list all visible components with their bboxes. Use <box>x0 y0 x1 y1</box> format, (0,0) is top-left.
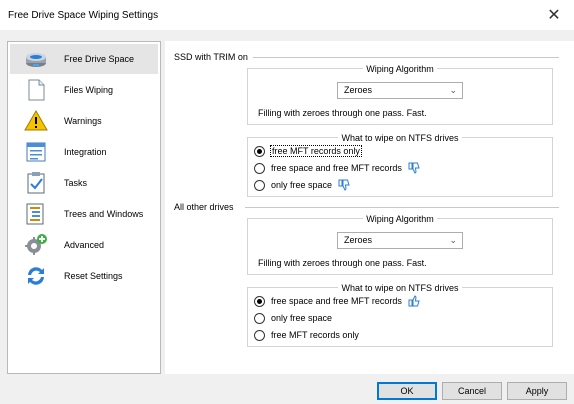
other-option-free-space[interactable]: only free space <box>254 311 332 325</box>
radio-label: free MFT records only <box>270 145 362 157</box>
close-icon: ✕ <box>547 7 561 24</box>
section-divider <box>253 57 559 58</box>
sidebar-item-label: Reset Settings <box>64 271 123 281</box>
ssd-algorithm-select[interactable]: Zeroes ⌄ <box>337 82 463 99</box>
radio-label: only free space <box>271 180 333 190</box>
other-option-space-and-mft[interactable]: free space and free MFT records <box>254 294 420 308</box>
ssd-option-mft-only[interactable]: free MFT records only <box>254 144 362 158</box>
apply-button[interactable]: Apply <box>507 382 567 400</box>
radio-button[interactable] <box>254 179 265 191</box>
ssd-option-free-space[interactable]: only free space <box>254 178 350 192</box>
other-option-mft-only[interactable]: free MFT records only <box>254 328 359 342</box>
sidebar-item-label: Free Drive Space <box>64 54 135 64</box>
other-algorithm-select[interactable]: Zeroes ⌄ <box>337 232 463 249</box>
ok-button[interactable]: OK <box>377 382 437 400</box>
section-divider <box>245 207 559 208</box>
radio-button[interactable] <box>254 312 265 324</box>
refresh-icon <box>28 267 44 285</box>
ssd-option-space-and-mft[interactable]: free space and free MFT records <box>254 161 420 175</box>
file-icon <box>28 79 45 101</box>
select-value: Zeroes <box>344 85 373 95</box>
sidebar-item-label: Warnings <box>64 116 102 126</box>
radio-label: free space and free MFT records <box>271 163 402 173</box>
sidebar-item-warnings[interactable]: Warnings <box>10 106 158 136</box>
sidebar-item-free-drive-space[interactable]: Free Drive Space <box>10 44 158 74</box>
radio-button[interactable] <box>254 329 265 341</box>
thumbs-down-icon <box>408 162 420 174</box>
ssd-algorithm-group: Wiping Algorithm Zeroes ⌄ Filling with z… <box>247 64 553 125</box>
thumbs-down-icon <box>338 179 350 191</box>
sidebar-item-files-wiping[interactable]: Files Wiping <box>10 75 158 105</box>
cancel-button[interactable]: Cancel <box>442 382 502 400</box>
select-value: Zeroes <box>344 235 373 245</box>
title-bar: Free Drive Space Wiping Settings ✕ <box>0 0 574 30</box>
radio-label: free space and free MFT records <box>271 296 402 306</box>
radio-label: only free space <box>271 313 333 323</box>
radio-button[interactable] <box>254 295 265 307</box>
settings-content: SSD with TRIM on Wiping Algorithm Zeroes… <box>165 41 574 374</box>
window-title: Free Drive Space Wiping Settings <box>8 10 159 21</box>
sidebar-item-label: Files Wiping <box>64 85 114 95</box>
group-title: What to wipe on NTFS drives <box>338 133 462 143</box>
other-algorithm-group: Wiping Algorithm Zeroes ⌄ Filling with z… <box>247 214 553 275</box>
drive-icon <box>26 53 46 67</box>
algorithm-description: Filling with zeroes through one pass. Fa… <box>258 258 427 268</box>
sidebar-item-label: Trees and Windows <box>64 209 144 219</box>
radio-button[interactable] <box>254 145 265 157</box>
close-button[interactable]: ✕ <box>534 0 574 30</box>
sidebar-item-label: Integration <box>64 147 107 157</box>
group-title: What to wipe on NTFS drives <box>338 283 462 293</box>
trees-icon <box>26 203 44 225</box>
tasks-icon <box>27 172 45 194</box>
sidebar-item-label: Tasks <box>64 178 88 188</box>
other-ntfs-group: What to wipe on NTFS drives free space a… <box>247 283 553 347</box>
sidebar-item-label: Advanced <box>64 240 105 250</box>
sidebar-item-tasks[interactable]: Tasks <box>10 168 158 198</box>
algorithm-description: Filling with zeroes through one pass. Fa… <box>258 108 427 118</box>
ssd-ntfs-group: What to wipe on NTFS drives free MFT rec… <box>247 133 553 197</box>
radio-button[interactable] <box>254 162 265 174</box>
sidebar-item-integration[interactable]: Integration <box>10 137 158 167</box>
section-heading-other: All other drives <box>174 202 234 212</box>
thumbs-up-icon <box>408 295 420 307</box>
chevron-down-icon: ⌄ <box>449 85 457 95</box>
integration-icon <box>26 142 46 162</box>
settings-sidebar: Free Drive Space Files Wiping Warnings I… <box>7 41 161 374</box>
radio-label: free MFT records only <box>271 330 359 340</box>
gear-plus-icon <box>25 234 47 255</box>
chevron-down-icon: ⌄ <box>449 235 457 245</box>
dialog-client: Free Drive Space Files Wiping Warnings I… <box>0 30 574 404</box>
section-heading-ssd: SSD with TRIM on <box>174 52 248 62</box>
sidebar-item-trees-and-windows[interactable]: Trees and Windows <box>10 199 158 229</box>
warning-icon <box>24 110 48 131</box>
group-title: Wiping Algorithm <box>363 214 437 224</box>
sidebar-item-advanced[interactable]: Advanced <box>10 230 158 260</box>
sidebar-item-reset-settings[interactable]: Reset Settings <box>10 261 158 291</box>
group-title: Wiping Algorithm <box>363 64 437 74</box>
